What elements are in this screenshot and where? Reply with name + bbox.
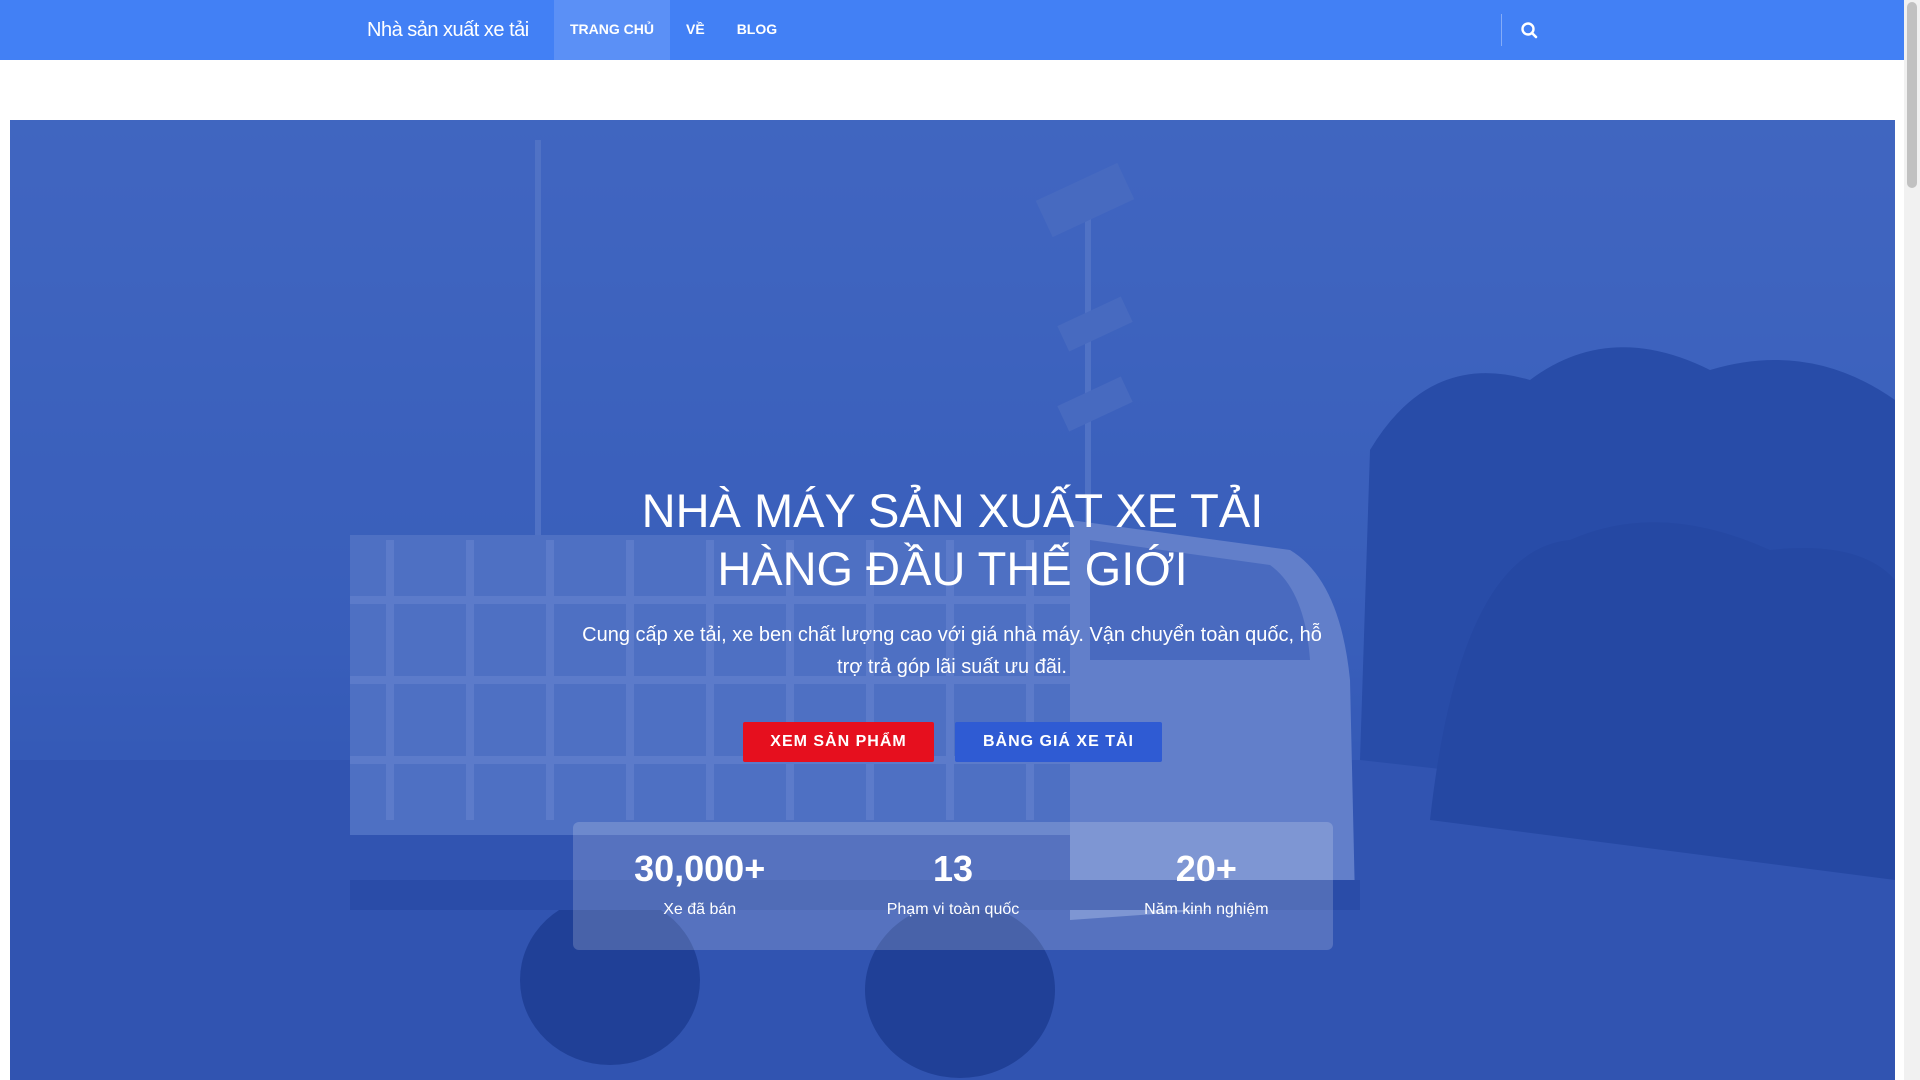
- stat-coverage: 13 Phạm vi toàn quốc: [826, 822, 1079, 950]
- stat-value: 20+: [1175, 848, 1237, 889]
- scroll-thumb[interactable]: [1907, 2, 1917, 188]
- hero-subtitle: Cung cấp xe tải, xe ben chất lượng cao v…: [582, 624, 1322, 678]
- hero-section: NHÀ MÁY SẢN XUẤT XE TẢI HÀNG ĐẦU THẾ GIỚ…: [10, 120, 1895, 1080]
- header-divider: [1501, 14, 1502, 46]
- stat-label: Phạm vi toàn quốc: [886, 901, 1020, 918]
- stat-label: Năm kinh nghiệm: [1144, 901, 1269, 918]
- site-brand[interactable]: Nhà sản xuất xe tải: [367, 0, 529, 60]
- stat-trucks-sold: 30,000+ Xe đã bán: [573, 822, 826, 950]
- hero-title: NHÀ MÁY SẢN XUẤT XE TẢI HÀNG ĐẦU THẾ GIỚ…: [10, 482, 1895, 598]
- price-list-button[interactable]: BẢNG GIÁ XE TẢI: [955, 722, 1162, 762]
- page-scrollbar[interactable]: [1904, 0, 1920, 1080]
- nav-item-trang-chu[interactable]: TRANG CHỦ: [554, 0, 670, 60]
- stat-value: 30,000+: [634, 848, 766, 889]
- nav-item-blog[interactable]: BLOG: [721, 0, 793, 60]
- stat-experience: 20+ Năm kinh nghiệm: [1080, 822, 1333, 950]
- hero-title-line2: HÀNG ĐẦU THẾ GIỚI: [717, 542, 1188, 595]
- stat-label: Xe đã bán: [663, 901, 737, 918]
- main-nav: TRANG CHỦ VỀ BLOG: [554, 0, 793, 60]
- view-products-button[interactable]: XEM SẢN PHẨM: [743, 722, 934, 762]
- stats-panel: 30,000+ Xe đã bán 13 Phạm vi toàn quốc 2…: [573, 822, 1333, 950]
- search-icon: [1521, 22, 1538, 39]
- search-button[interactable]: [1517, 18, 1543, 44]
- stat-value: 13: [932, 848, 974, 889]
- site-header: Nhà sản xuất xe tải TRANG CHỦ VỀ BLOG: [0, 0, 1904, 60]
- hero-title-line1: NHÀ MÁY SẢN XUẤT XE TẢI: [641, 484, 1264, 537]
- nav-item-ve[interactable]: VỀ: [670, 0, 721, 60]
